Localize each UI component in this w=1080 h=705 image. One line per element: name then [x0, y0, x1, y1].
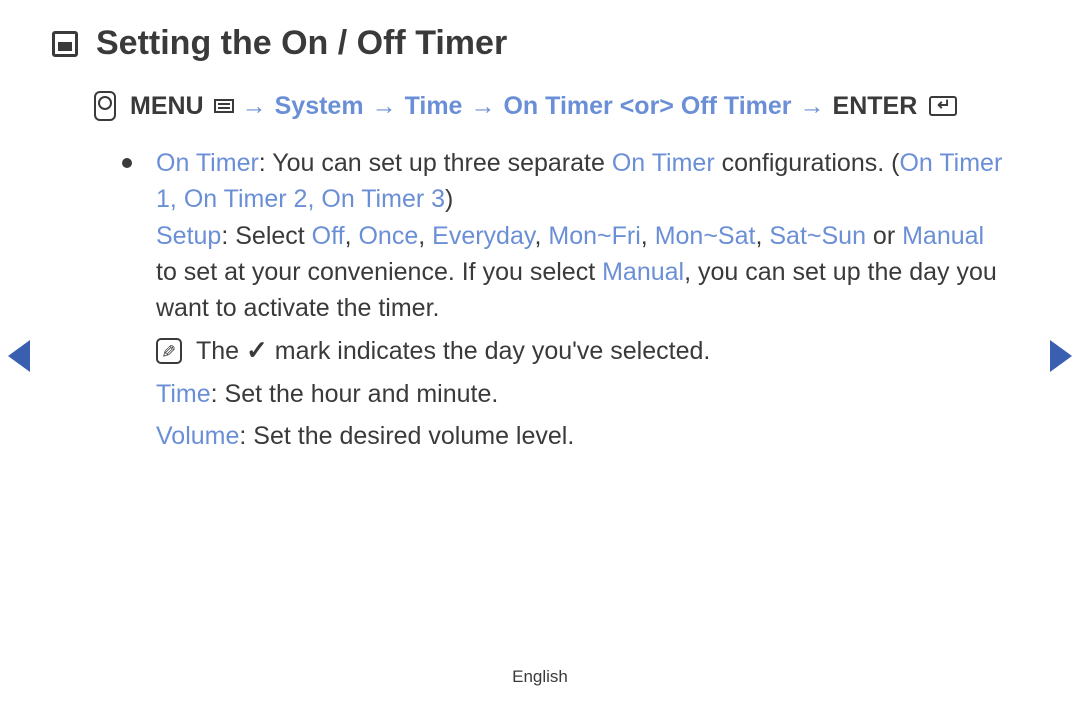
nav-ontimer: On Timer <or> Off Timer	[503, 92, 791, 121]
time-label: Time	[156, 380, 211, 408]
sep: ,	[307, 185, 321, 213]
check-icon: ✓	[246, 335, 268, 365]
opt-manual: Manual	[902, 222, 984, 250]
opt-monfri: Mon~Fri	[548, 222, 640, 250]
volume-line: Volume: Set the desired volume level.	[122, 418, 1008, 454]
setup-label: Setup	[156, 222, 221, 250]
note-row: The ✓ mark indicates the day you've sele…	[122, 332, 1008, 370]
volume-text: : Set the desired volume level.	[239, 422, 574, 450]
language-footer: English	[0, 667, 1080, 687]
sep: ,	[345, 222, 359, 250]
note-text: The ✓ mark indicates the day you've sele…	[196, 332, 710, 370]
breadcrumb: MENU → System → Time → On Timer <or> Off…	[94, 91, 1028, 121]
opt-monsat: Mon~Sat	[655, 222, 756, 250]
opt-off: Off	[312, 222, 345, 250]
sep: ,	[535, 222, 549, 250]
config2: On Timer 2	[184, 185, 308, 213]
arrow-icon: →	[470, 92, 495, 121]
on-timer-ref: On Timer	[612, 149, 715, 177]
opt-manual2: Manual	[602, 258, 684, 286]
previous-page-button[interactable]	[8, 340, 30, 372]
bullet-icon	[122, 158, 132, 168]
sep: ,	[755, 222, 769, 250]
arrow-icon: →	[242, 92, 267, 121]
text: to set at your convenience. If you selec…	[156, 258, 602, 286]
bullet-item: On Timer: You can set up three separate …	[122, 145, 1008, 326]
menu-grid-icon	[214, 99, 234, 113]
nav-time: Time	[405, 92, 463, 121]
menu-label: MENU	[130, 92, 204, 121]
config3: On Timer 3	[321, 185, 445, 213]
text: or	[866, 222, 902, 250]
time-text: : Set the hour and minute.	[211, 380, 499, 408]
content-body: On Timer: You can set up three separate …	[122, 145, 1008, 454]
sep: ,	[418, 222, 432, 250]
sep: ,	[641, 222, 655, 250]
nav-system: System	[275, 92, 364, 121]
note-pre: The	[196, 337, 246, 365]
arrow-icon: →	[800, 92, 825, 121]
opt-once: Once	[358, 222, 418, 250]
section-icon	[52, 31, 78, 57]
enter-icon	[929, 96, 957, 116]
next-page-button[interactable]	[1050, 340, 1072, 372]
opt-satsun: Sat~Sun	[769, 222, 866, 250]
note-post: mark indicates the day you've selected.	[275, 337, 711, 365]
note-icon	[156, 338, 182, 364]
close-paren: )	[445, 185, 453, 213]
on-timer-label: On Timer	[156, 149, 259, 177]
time-line: Time: Set the hour and minute.	[122, 376, 1008, 412]
remote-icon	[94, 91, 116, 121]
opt-everyday: Everyday	[432, 222, 534, 250]
page-title-row: Setting the On / Off Timer	[52, 24, 1028, 63]
text: : You can set up three separate	[259, 149, 612, 177]
sep: ,	[170, 185, 184, 213]
text: : Select	[221, 222, 311, 250]
volume-label: Volume	[156, 422, 239, 450]
enter-label: ENTER	[833, 92, 918, 121]
arrow-icon: →	[372, 92, 397, 121]
text: configurations. (	[715, 149, 900, 177]
page-title: Setting the On / Off Timer	[96, 24, 507, 63]
